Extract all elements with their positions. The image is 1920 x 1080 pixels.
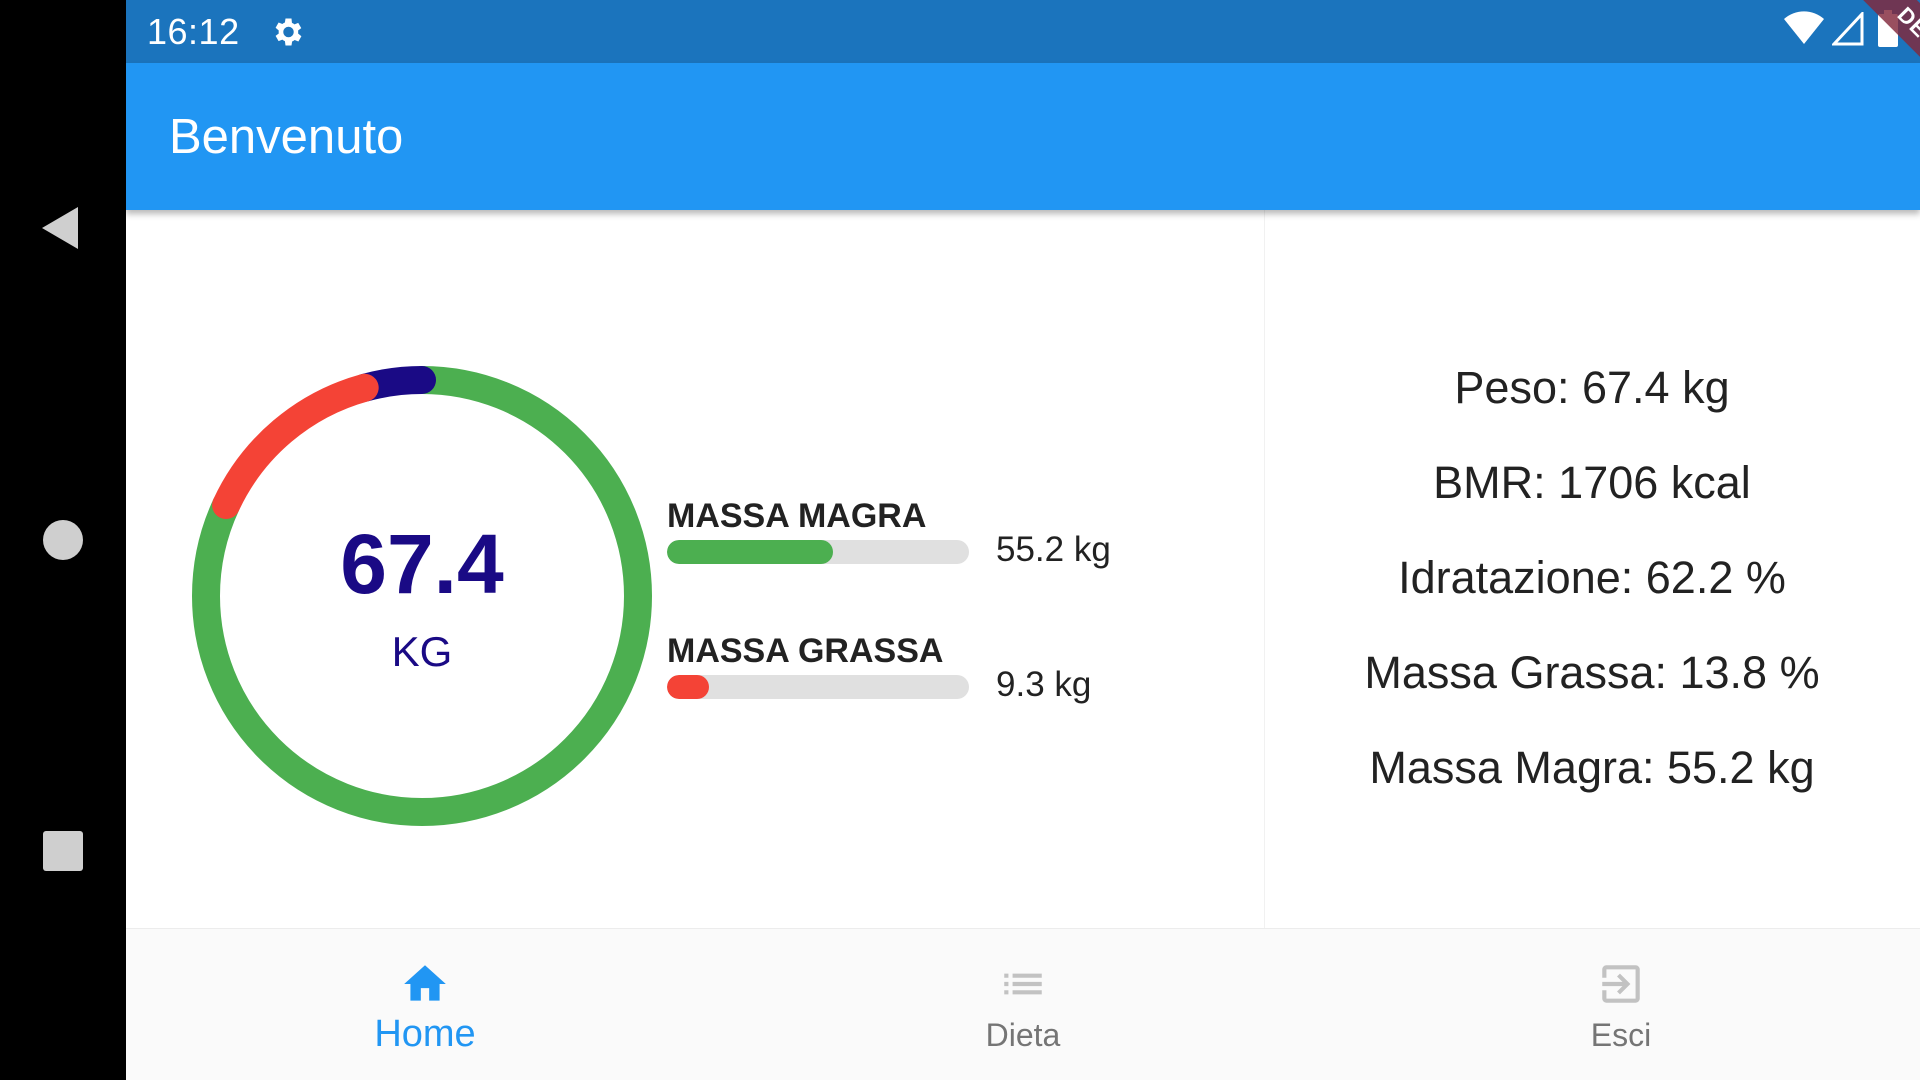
stat-hydration: Idratazione: 62.2 % [1398, 552, 1786, 603]
home-icon [404, 965, 446, 1001]
nav-label-home: Home [374, 1013, 476, 1055]
home-circle-icon[interactable] [38, 515, 88, 565]
android-navigation-bar [0, 0, 126, 1080]
nav-item-dieta[interactable]: Dieta [724, 929, 1322, 1080]
list-icon [1004, 973, 1042, 995]
stat-bmr: BMR: 1706 kcal [1433, 457, 1751, 508]
back-icon[interactable] [38, 203, 88, 253]
stat-lean-mass: Massa Magra: 55.2 kg [1369, 742, 1815, 793]
body-stats: Peso: 67.4 kg BMR: 1706 kcal Idratazione… [1264, 340, 1920, 815]
fat-mass-value: 9.3 kg [996, 665, 1092, 704]
gauge-weight-value: 67.4 [340, 517, 504, 611]
nav-item-home[interactable]: Home [126, 929, 724, 1080]
nav-item-esci[interactable]: Esci [1322, 929, 1920, 1080]
weight-gauge: 67.4 KG [192, 366, 652, 826]
exit-icon [1602, 965, 1640, 1003]
gear-icon [275, 18, 302, 46]
recents-square-icon[interactable] [38, 826, 88, 876]
status-time: 16:12 [147, 11, 240, 52]
fat-mass-label: MASSA GRASSA [667, 632, 944, 670]
bottom-navigation-bar: Home Dieta Esci [126, 928, 1920, 1080]
gauge-weight-unit: KG [391, 628, 453, 675]
lean-mass-fill [667, 540, 834, 564]
lean-mass-track [667, 540, 969, 564]
fat-mass-track [667, 675, 969, 699]
app-bar: Benvenuto [126, 63, 1920, 210]
app-screen: 16:12 Benvenuto DEBUG 67.4 KG MASSA MAGR… [126, 0, 1920, 1080]
signal-icon [1832, 12, 1864, 46]
nav-label-dieta: Dieta [985, 1017, 1061, 1053]
lean-mass-value: 55.2 kg [996, 530, 1111, 569]
wifi-icon [1784, 11, 1824, 45]
stat-weight: Peso: 67.4 kg [1454, 362, 1730, 413]
lean-mass-bar: MASSA MAGRA 55.2 kg [667, 497, 1111, 570]
stat-fat-mass: Massa Grassa: 13.8 % [1364, 647, 1820, 698]
app-title: Benvenuto [169, 110, 404, 164]
fat-mass-fill [667, 675, 710, 699]
nav-label-esci: Esci [1590, 1017, 1652, 1053]
fat-mass-bar: MASSA GRASSA 9.3 kg [667, 632, 1091, 705]
home-content: 67.4 KG MASSA MAGRA 55.2 kg MASSA GRASSA [126, 210, 1920, 928]
device-frame: 16:12 Benvenuto DEBUG 67.4 KG MASSA MAGR… [0, 0, 1920, 1080]
status-bar: 16:12 [126, 0, 1920, 63]
lean-mass-label: MASSA MAGRA [667, 497, 927, 535]
